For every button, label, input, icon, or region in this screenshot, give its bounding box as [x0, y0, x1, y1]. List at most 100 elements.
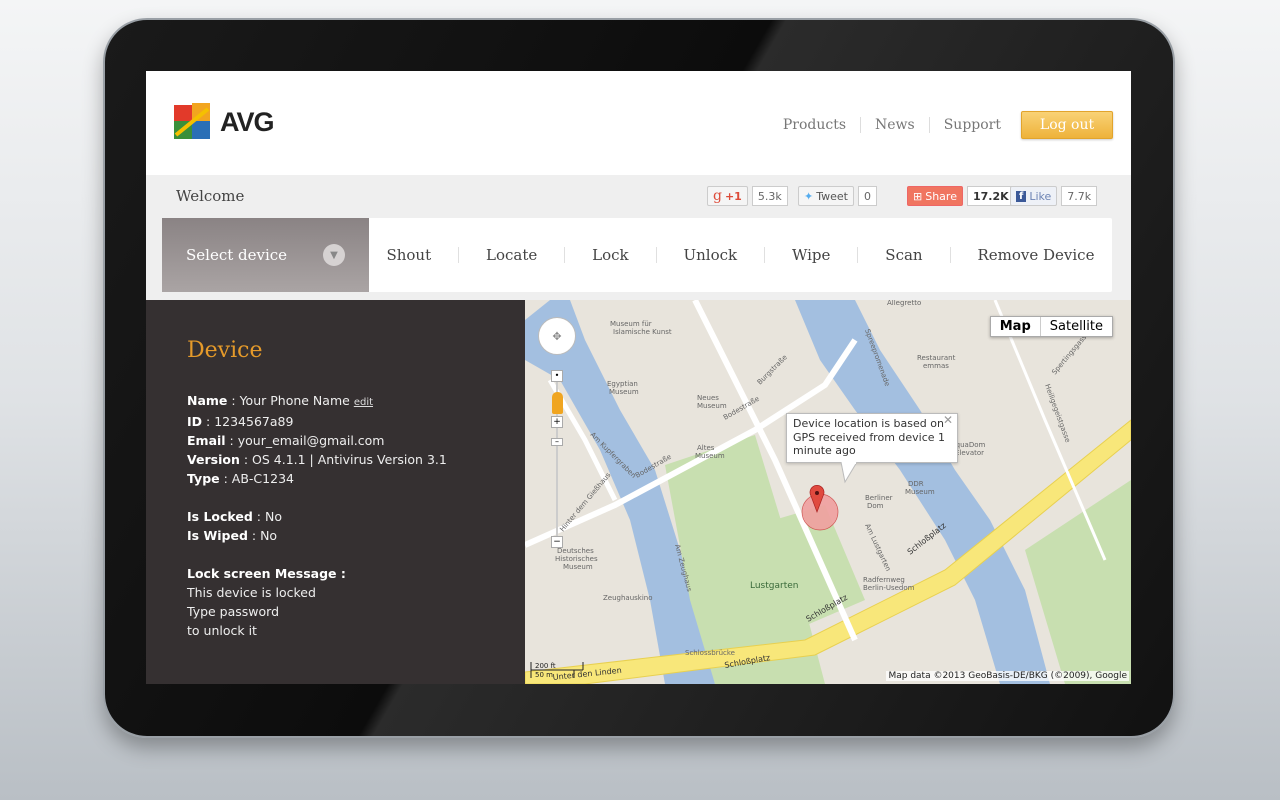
map-label: Zeughauskino	[603, 594, 653, 602]
wiped-label: Is Wiped	[187, 528, 248, 543]
wipe-button[interactable]: Wipe	[784, 246, 838, 264]
gplus-button[interactable]: g +1	[707, 186, 748, 206]
map-type-map[interactable]: Map	[991, 317, 1041, 336]
nav-support[interactable]: Support	[930, 117, 1015, 133]
map-label: Museum	[697, 402, 727, 410]
map-tiles: Museum fürIslamische Kunst EgyptianMuseu…	[525, 300, 1131, 684]
share-label: Share	[925, 189, 957, 203]
device-id-row: ID : 1234567a89	[187, 414, 294, 429]
lock-message-line: to unlock it	[187, 623, 257, 638]
gplus-widget: g +1 5.3k	[707, 186, 788, 206]
screen: AVG Products News Support Log out Welcom…	[146, 71, 1131, 684]
email-label: Email	[187, 433, 226, 448]
map-label: Dom	[867, 502, 884, 510]
device-name: Your Phone Name	[239, 393, 350, 408]
pan-control[interactable]: ✥	[538, 317, 576, 355]
logo-text: AVG	[220, 106, 275, 137]
zoom-slider-handle[interactable]: –	[551, 438, 563, 446]
map-label: Museum	[695, 452, 725, 460]
map-label: Berlin-Usedom	[863, 584, 915, 592]
map-label: Deutsches	[557, 547, 594, 555]
scan-button[interactable]: Scan	[877, 246, 930, 264]
map-label: Museum für	[610, 320, 652, 328]
device-panel: Device Name : Your Phone Name edit ID : 1…	[146, 300, 525, 684]
tweet-label: Tweet	[816, 189, 848, 203]
map-label: Heiligegeistgasse	[1043, 383, 1072, 444]
divider	[764, 247, 766, 263]
version-label: Version	[187, 452, 240, 467]
shout-button[interactable]: Shout	[378, 246, 439, 264]
locked-label: Is Locked	[187, 509, 253, 524]
divider	[949, 247, 951, 263]
header: AVG Products News Support Log out	[146, 71, 1131, 175]
map-label: Restaurant	[917, 354, 956, 362]
tweet-button[interactable]: ✦ Tweet	[798, 186, 854, 206]
divider	[458, 247, 460, 263]
map-attribution: Map data ©2013 GeoBasis-DE/BKG (©2009), …	[886, 671, 1129, 681]
gplus-label: +1	[724, 189, 742, 203]
zoom-out-button[interactable]: −	[551, 536, 563, 548]
device-type-row: Type : AB-C1234	[187, 471, 294, 486]
device-version: OS 4.1.1 | Antivirus Version 3.1	[252, 452, 447, 467]
like-count: 7.7k	[1061, 186, 1098, 206]
device-type: AB-C1234	[231, 471, 294, 486]
map-label: Am Lustgarten	[863, 522, 892, 572]
device-name-row: Name : Your Phone Name edit	[187, 393, 374, 408]
map-label: Burgstraße	[756, 353, 789, 386]
map-label: Museum	[905, 488, 935, 496]
unlock-button[interactable]: Unlock	[675, 246, 745, 264]
chevron-down-icon: ▼	[323, 244, 345, 266]
map-label: Neues	[697, 394, 719, 402]
device-email: your_email@gmail.com	[237, 433, 385, 448]
map-label: Lustgarten	[750, 581, 798, 591]
lock-message-label: Lock screen Message :	[187, 566, 346, 581]
location-map[interactable]: Museum für Islamische Kunst Egyptian Museu…	[525, 300, 1131, 684]
map-label: Altes	[697, 444, 715, 452]
remove-device-button[interactable]: Remove Device	[969, 246, 1102, 264]
share-button[interactable]: ⊞ Share	[907, 186, 963, 206]
gplus-count: 5.3k	[751, 186, 788, 206]
like-button[interactable]: f Like	[1010, 186, 1058, 206]
wiped-value: No	[260, 528, 278, 543]
type-label: Type	[187, 471, 220, 486]
locate-button[interactable]: Locate	[478, 246, 545, 264]
zoom-plus-button[interactable]: +	[551, 416, 563, 428]
map-label: Museum	[609, 388, 639, 396]
info-text: Device location is based on GPS received…	[793, 417, 946, 457]
zoom-in-button[interactable]: •	[551, 370, 563, 382]
pegman-icon[interactable]	[552, 392, 563, 414]
avg-logo[interactable]: AVG	[172, 101, 275, 143]
name-label: Name	[187, 393, 228, 408]
twitter-bird-icon: ✦	[804, 189, 814, 203]
like-widget: f Like 7.7k	[1010, 186, 1098, 206]
device-toolbar: Select device ▼ Shout Locate Lock Unlock…	[162, 218, 1112, 292]
plus-icon: ⊞	[913, 189, 923, 203]
map-label: Berliner	[865, 494, 893, 502]
divider	[655, 247, 657, 263]
share-count: 17.2K	[966, 186, 1015, 206]
close-icon[interactable]: ✕	[943, 413, 953, 428]
select-device-dropdown[interactable]: Select device ▼	[162, 218, 369, 292]
map-label: Elevator	[955, 449, 984, 457]
action-list: Shout Locate Lock Unlock Wipe Scan Remov…	[369, 246, 1112, 264]
nav-products[interactable]: Products	[769, 117, 862, 133]
lock-message-line: This device is locked	[187, 585, 316, 600]
like-label: Like	[1029, 189, 1052, 203]
map-type-satellite[interactable]: Satellite	[1041, 317, 1112, 336]
lock-button[interactable]: Lock	[584, 246, 636, 264]
map-label: emmas	[923, 362, 949, 370]
nav-news[interactable]: News	[861, 117, 930, 133]
avg-logo-icon	[172, 101, 214, 143]
map-label: DDR	[908, 480, 924, 488]
map-label: Hinter dem Gießhaus	[558, 471, 612, 533]
map-label: Egyptian	[607, 380, 638, 388]
edit-name-link[interactable]: edit	[354, 397, 373, 408]
logout-button[interactable]: Log out	[1021, 111, 1113, 139]
device-email-row: Email : your_email@gmail.com	[187, 433, 385, 448]
facebook-icon: f	[1016, 190, 1027, 202]
locked-row: Is Locked : No	[187, 509, 282, 524]
device-title: Device	[187, 338, 263, 363]
select-device-label: Select device	[186, 246, 288, 264]
map-label: Museum	[563, 563, 593, 571]
share-widget: ⊞ Share 17.2K	[907, 186, 1015, 206]
